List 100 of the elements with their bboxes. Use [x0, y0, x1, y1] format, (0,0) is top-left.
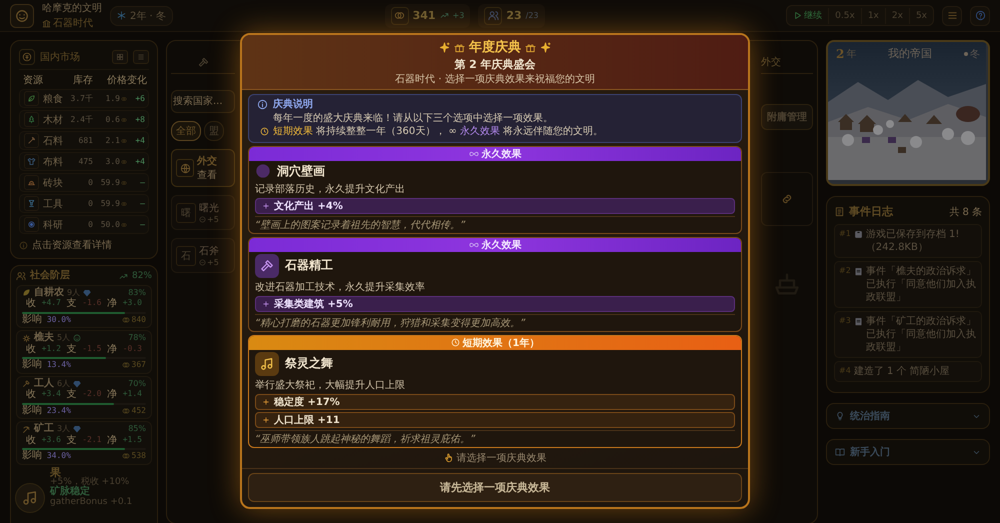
net-value: +1.5 [122, 436, 142, 446]
net-label: 净 [107, 344, 118, 355]
effect-bonus: 人口上限 +11 [255, 412, 735, 428]
dialog-title: 年度庆典 [469, 38, 521, 56]
expense-value: -1.5 [82, 344, 102, 354]
entry-text: 游戏已保存到存档 1!（242.8KB） [866, 228, 960, 254]
stratum-count: 5人 [57, 334, 70, 342]
resource-name: 工具 [43, 198, 63, 210]
stock-value: 0 [87, 178, 93, 187]
column-header: 资源 [23, 74, 44, 87]
stratum-name: 樵夫 [34, 333, 54, 344]
price-value: 2.1 [106, 136, 120, 145]
wealth-value: 840 [132, 316, 146, 324]
change-value: — [139, 199, 145, 208]
nation-name: 石斧 [199, 245, 219, 258]
panel-title: 事件日志 [849, 204, 894, 219]
coin-trend: +3 [452, 11, 464, 20]
expense-value: -2.1 [82, 436, 102, 446]
stock-value: 681 [78, 136, 93, 145]
income-label: 收 [26, 299, 36, 310]
guide-toggle[interactable]: 新手入门 [826, 439, 990, 465]
info-title: 庆典说明 [273, 98, 314, 112]
info-text: 每年一度的盛大庆典来临！请从以下三个选项中选择一项效果。 [273, 112, 554, 125]
column-header: 变化 [127, 74, 145, 87]
stock-value: 0 [87, 199, 93, 208]
nation-name: 曙光 [199, 202, 219, 215]
filter-chip[interactable]: 全部 [171, 121, 201, 141]
influence-label: 影响 [22, 359, 42, 370]
income-value: +3.4 [42, 390, 61, 400]
play-button[interactable]: 继续 [787, 6, 828, 25]
price-value: 1.9 [106, 94, 120, 103]
search-field[interactable]: 搜索国家... [171, 90, 235, 113]
stratum-count: 9人 [67, 288, 80, 297]
wealth-value: 452 [132, 406, 146, 415]
change-value: +4 [134, 157, 145, 166]
column-header: 库存 [72, 74, 93, 87]
flavor-quote: “精心打磨的石器更加锋利耐用，狩猎和采集变得更加高效。” [255, 314, 735, 330]
change-value: +8 [134, 115, 145, 124]
population-cap: /23 [526, 11, 539, 20]
entry-count: 共 8 条 [949, 206, 982, 218]
dialog-subtitle: 第 2 年庆典盛会 [453, 57, 537, 72]
option-description: 改进石器加工技术，永久提升采集效率 [255, 280, 426, 294]
influence-label: 影响 [22, 404, 42, 416]
date-label: 2年 · 冬 [130, 10, 166, 22]
stratum-approval: 83% [128, 288, 146, 297]
season-label: 冬 [970, 48, 980, 60]
net-label: 净 [107, 299, 118, 310]
effect-option-card[interactable]: 永久效果 洞穴壁画 记录部落历史，永久提升文化产出 文化产出 +4% “壁画上的图案记录着祖先的智慧，代代相传。” [248, 146, 742, 234]
option-name: 洞穴壁画 [277, 162, 325, 180]
resource-row[interactable]: 粮食 3.7千 1.9 +6 [19, 89, 149, 108]
stratum-count: 6人 [57, 380, 70, 388]
resource-row[interactable]: 木材 2.4千 0.6 +8 [19, 110, 149, 129]
resource-name: 砖块 [43, 176, 63, 190]
resource-name: 布料 [43, 156, 63, 168]
filter-chip[interactable]: 盟 [204, 121, 224, 141]
stock-value: 0 [87, 220, 93, 229]
price-value: 59.9 [100, 199, 120, 208]
flavor-quote: “壁画上的图案记录着祖先的智慧，代代相传。” [255, 216, 735, 232]
resource-row[interactable]: 布料 475 3.0 +4 [19, 152, 149, 171]
nation-bonus: +5 [207, 215, 219, 224]
resource-row[interactable]: 工具 0 59.9 — [19, 194, 149, 213]
resource-row[interactable]: 石料 681 2.1 +4 [19, 131, 149, 150]
era-label: 石器时代 [53, 16, 93, 30]
resource-row[interactable]: 砖块 0 59.9 — [19, 173, 149, 192]
nation-avatar: 石 [176, 246, 196, 266]
stratum-approval: 78% [128, 334, 146, 342]
column-header: 价格 [106, 74, 127, 87]
income-label: 收 [26, 436, 36, 446]
civilization-name: 哈摩克的文明 [42, 2, 102, 15]
year-number: 2 [836, 46, 844, 60]
net-label: 净 [107, 390, 118, 400]
diplomacy-tab[interactable]: 外交 [761, 55, 781, 69]
effect-bonus: 稳定度 +17% [255, 394, 735, 410]
stratum-name: 自耕农 [34, 288, 64, 298]
influence-value: 30.0% [46, 314, 71, 324]
resource-name: 科研 [43, 218, 63, 232]
effect-detail: gatherBonus +0.1 [50, 498, 134, 508]
card-title: 外交 [197, 154, 217, 168]
change-value: +6 [134, 94, 145, 103]
resource-row[interactable]: 科研 0 50.0 — [19, 215, 149, 234]
empire-title: 我的帝国 [887, 46, 934, 61]
card-subtitle: 查看 [197, 168, 217, 182]
income-value: +4.7 [42, 299, 61, 309]
effect-bonus: 采集类建筑 +5% [255, 296, 735, 312]
effect-option-card[interactable]: 永久效果 石器精工 改进石器加工技术，永久提升采集效率 采集类建筑 +5% “精心打磨的石器更加锋利耐用，狩猎和采集变得更加高效。” [248, 236, 742, 332]
stratum-approval: 85% [128, 425, 146, 434]
expense-label: 支 [66, 436, 77, 446]
stock-value: 475 [78, 157, 93, 166]
era-description: 石器时代 · 选择一项庆典效果来祝福您的文明 [394, 72, 596, 86]
change-value: +4 [134, 136, 145, 145]
stratum-count: 3人 [57, 425, 70, 434]
diplomacy-card[interactable]: 外交 查看 [171, 149, 235, 187]
panel-title: 社会阶层 [30, 271, 71, 282]
footer-hint: 点击资源查看详情 [32, 238, 112, 252]
info-text: 短期效果 将持续整整一年（360天）， ∞ 永久效果 将永远伴随您的文明。 [273, 125, 604, 138]
net-label: 净 [107, 436, 118, 446]
effect-name: 矿脉稳定 [50, 487, 90, 498]
effects-title: 果 [50, 466, 61, 478]
guide-toggle[interactable]: 统治指南 [826, 403, 990, 429]
effect-option-card[interactable]: 短期效果（1年） 祭灵之舞 举行盛大祭祀，大幅提升人口上限 稳定度 +17% 人口上限 +11 “巫师带领族人跳起神秘的舞蹈，祈求祖灵庇佑。” [248, 334, 742, 448]
